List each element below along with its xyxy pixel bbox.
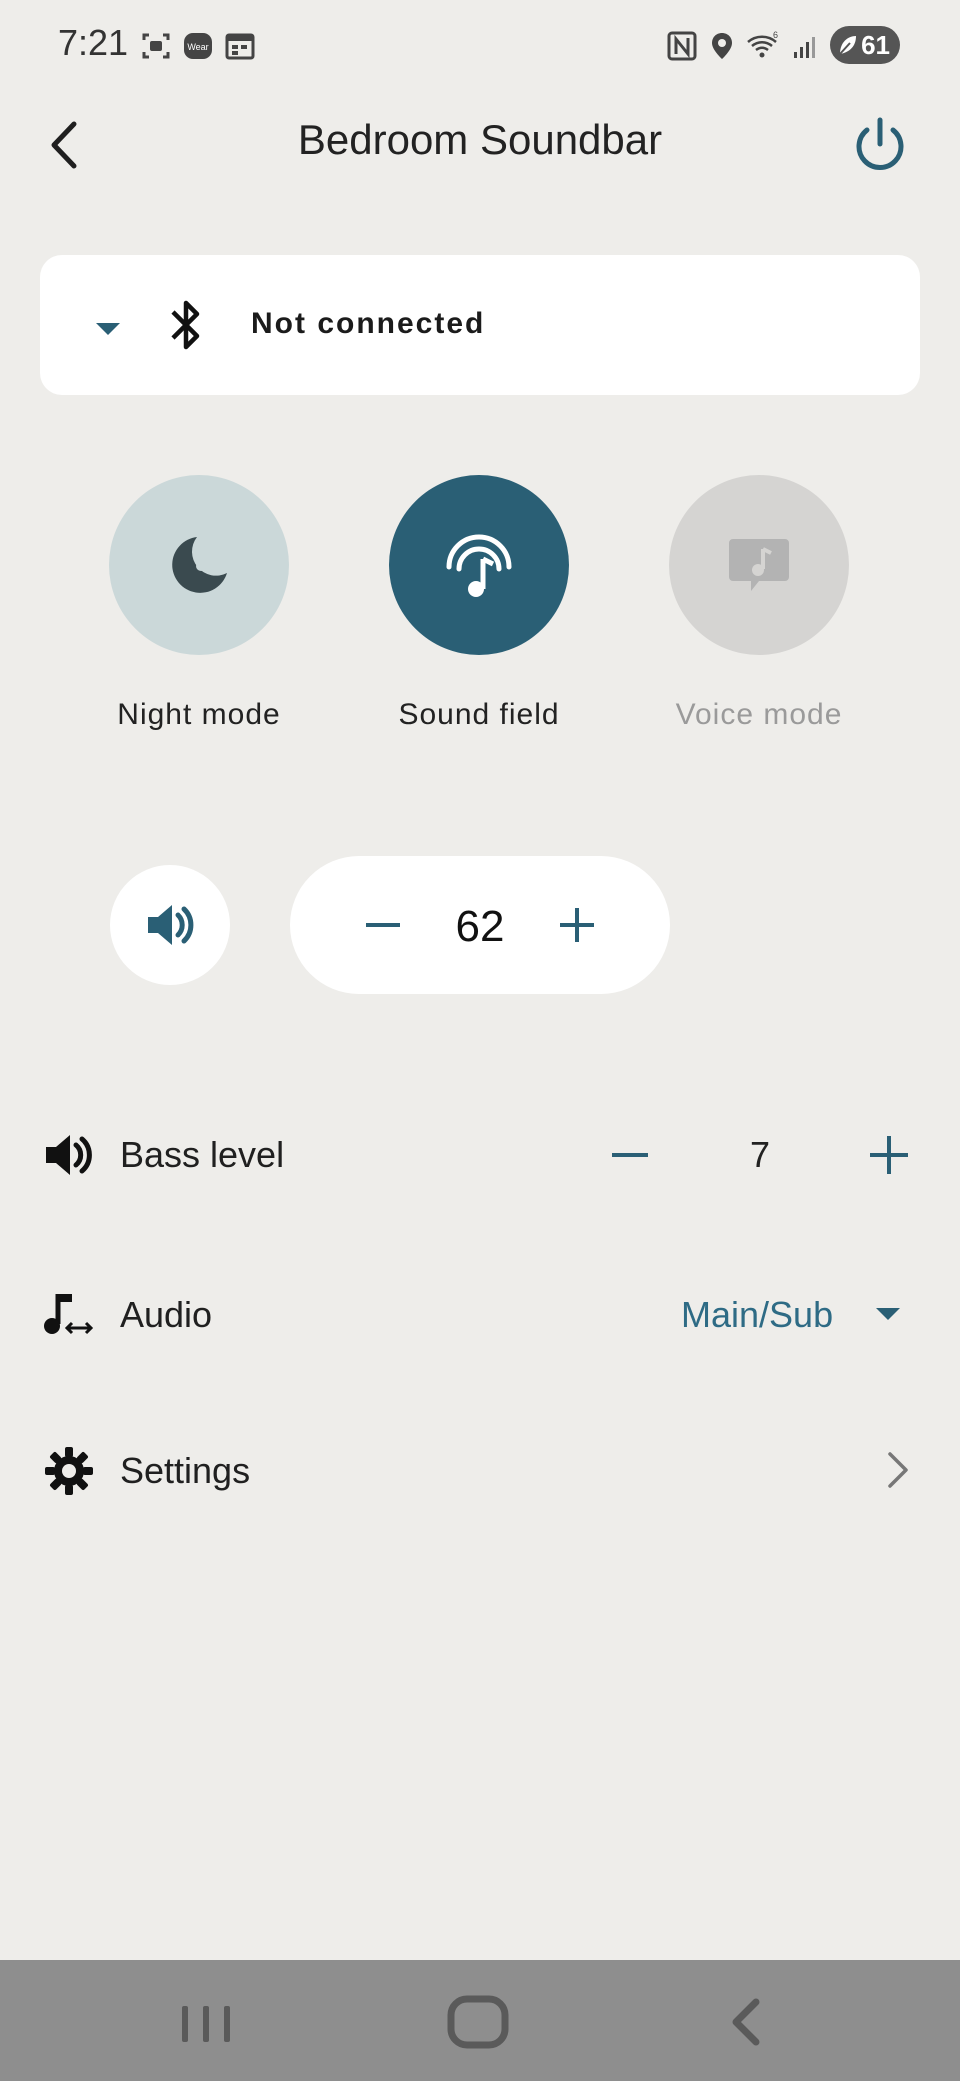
- system-back-icon[interactable]: [726, 1994, 766, 2050]
- bass-speaker-icon: [46, 1135, 92, 1175]
- status-time: 7:21: [58, 22, 129, 63]
- gear-icon: [45, 1447, 93, 1495]
- voice-mode-icon: [729, 539, 789, 591]
- night-mode-label: Night mode: [117, 698, 281, 731]
- night-mode-moon-icon: [172, 537, 227, 593]
- bluetooth-connection-card[interactable]: Not connected: [40, 255, 920, 395]
- bass-level-label: Bass level: [120, 1134, 285, 1175]
- signal-icon: [794, 37, 815, 58]
- sound-field-label: Sound field: [398, 698, 560, 731]
- mute-button[interactable]: [110, 865, 230, 985]
- home-icon[interactable]: [446, 1994, 510, 2050]
- audio-mode-dropdown[interactable]: Main/Sub: [681, 1294, 833, 1336]
- screenshot-icon: [142, 33, 170, 59]
- sound-field-icon: [446, 534, 512, 597]
- night-mode-button[interactable]: [109, 475, 289, 655]
- svg-text:Wear: Wear: [187, 42, 208, 52]
- bluetooth-status-label: Not connected: [251, 307, 486, 340]
- settings-label[interactable]: Settings: [120, 1450, 250, 1492]
- wifi-icon: 6: [747, 30, 778, 58]
- audio-dropdown-caret-icon[interactable]: [874, 1306, 902, 1322]
- speaker-volume-icon: [148, 905, 194, 945]
- svg-text:6: 6: [773, 30, 778, 40]
- expand-caret-icon[interactable]: [94, 321, 122, 337]
- nfc-icon: [667, 31, 697, 61]
- audio-label: Audio: [120, 1294, 213, 1335]
- system-navigation-bar: [0, 1960, 960, 2081]
- bass-level-value: 7: [749, 1134, 771, 1175]
- page-title: Bedroom Soundbar: [297, 116, 663, 163]
- location-icon: [712, 33, 732, 59]
- bluetooth-icon: [171, 300, 200, 350]
- volume-increase-button[interactable]: [552, 900, 602, 950]
- recent-apps-icon[interactable]: [176, 2000, 236, 2048]
- voice-mode-label: Voice mode: [675, 698, 843, 731]
- calendar-icon: [225, 33, 255, 60]
- volume-decrease-button[interactable]: [358, 900, 408, 950]
- audio-channel-icon: [44, 1294, 94, 1335]
- battery-indicator: 61: [830, 26, 900, 64]
- battery-level: 61: [861, 29, 890, 60]
- volume-stepper: 62: [290, 856, 670, 994]
- sound-field-button[interactable]: [389, 475, 569, 655]
- bass-increase-button[interactable]: [866, 1130, 912, 1180]
- voice-mode-button[interactable]: [669, 475, 849, 655]
- chevron-right-icon[interactable]: [884, 1450, 912, 1490]
- battery-saver-leaf-icon: [839, 36, 856, 55]
- wear-icon: Wear: [184, 33, 212, 59]
- volume-value: 62: [455, 902, 505, 951]
- bass-decrease-button[interactable]: [610, 1130, 650, 1180]
- power-button[interactable]: [848, 114, 912, 178]
